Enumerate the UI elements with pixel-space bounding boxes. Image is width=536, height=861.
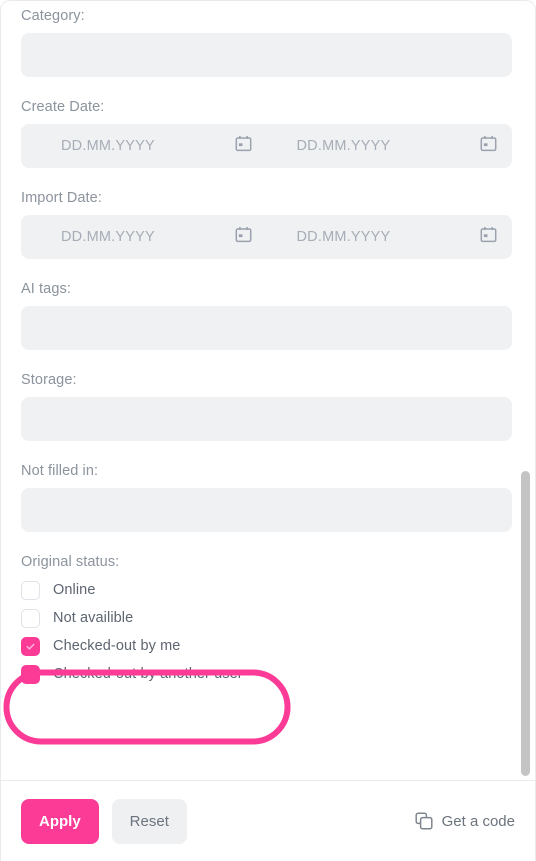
input-storage[interactable] [21, 397, 512, 441]
label-storage: Storage: [21, 372, 77, 388]
reset-button[interactable]: Reset [111, 798, 187, 844]
filter-panel: Category: Create Date: DD.MM.YYYY DD.MM.… [0, 0, 536, 861]
input-ai-tags[interactable] [21, 306, 512, 350]
import-date-from-placeholder: DD.MM.YYYY [61, 229, 155, 245]
checkbox-online[interactable] [21, 580, 40, 600]
apply-button[interactable]: Apply [21, 798, 99, 844]
field-group-original-status: Original status: Online Not availible Ch… [1, 532, 535, 686]
create-date-from[interactable]: DD.MM.YYYY [21, 124, 267, 168]
create-date-to[interactable]: DD.MM.YYYY [267, 124, 513, 168]
field-group-ai-tags: AI tags: [1, 259, 535, 350]
checkbox-row-not-availible[interactable]: Not availible [21, 606, 515, 630]
checkbox-label-checked-out-by-me: Checked-out by me [53, 638, 181, 654]
calendar-icon[interactable] [235, 226, 252, 248]
checkbox-not-availible[interactable] [21, 608, 40, 628]
copy-icon [415, 812, 433, 830]
input-not-filled-in[interactable] [21, 488, 512, 532]
checkbox-row-checked-out-by-me[interactable]: Checked-out by me [21, 634, 515, 658]
field-group-create-date: Create Date: DD.MM.YYYY DD.MM.YYYY [1, 77, 535, 168]
import-date-to-placeholder: DD.MM.YYYY [296, 229, 391, 245]
checkbox-label-online: Online [53, 582, 96, 598]
filter-form-scroll-area[interactable]: Category: Create Date: DD.MM.YYYY DD.MM.… [1, 1, 535, 780]
label-import-date: Import Date: [21, 190, 102, 206]
create-date-from-placeholder: DD.MM.YYYY [61, 138, 155, 154]
create-date-to-placeholder: DD.MM.YYYY [296, 138, 391, 154]
get-a-code-button[interactable]: Get a code [415, 812, 515, 830]
check-icon [26, 643, 35, 650]
label-create-date: Create Date: [21, 99, 105, 115]
checkbox-checked-out-by-another-user[interactable] [21, 664, 40, 684]
filter-footer: Apply Reset Get a code [1, 781, 535, 861]
import-date-to[interactable]: DD.MM.YYYY [267, 215, 513, 259]
field-group-storage: Storage: [1, 350, 535, 441]
import-date-from[interactable]: DD.MM.YYYY [21, 215, 267, 259]
field-group-not-filled-in: Not filled in: [1, 441, 535, 532]
field-group-category: Category: [1, 1, 535, 77]
calendar-icon[interactable] [235, 135, 252, 157]
field-group-import-date: Import Date: DD.MM.YYYY DD.MM.YYYY [1, 168, 535, 259]
checkbox-label-checked-out-by-another-user: Checked-out by another user [53, 666, 243, 682]
checkbox-checked-out-by-me[interactable] [21, 636, 40, 656]
input-category[interactable] [21, 33, 512, 77]
label-ai-tags: AI tags: [21, 281, 71, 297]
checkbox-row-checked-out-by-another-user[interactable]: Checked-out by another user [21, 662, 515, 686]
vertical-scrollbar-thumb[interactable] [521, 471, 530, 776]
label-original-status: Original status: [21, 554, 120, 570]
checkbox-label-not-availible: Not availible [53, 610, 134, 626]
get-a-code-label: Get a code [441, 812, 515, 830]
calendar-icon[interactable] [480, 135, 497, 157]
label-category: Category: [21, 8, 85, 24]
date-range-import-date: DD.MM.YYYY DD.MM.YYYY [21, 215, 512, 259]
calendar-icon[interactable] [480, 226, 497, 248]
date-range-create-date: DD.MM.YYYY DD.MM.YYYY [21, 124, 512, 168]
check-icon [26, 671, 35, 678]
checkbox-row-online[interactable]: Online [21, 578, 515, 602]
label-not-filled-in: Not filled in: [21, 463, 99, 479]
